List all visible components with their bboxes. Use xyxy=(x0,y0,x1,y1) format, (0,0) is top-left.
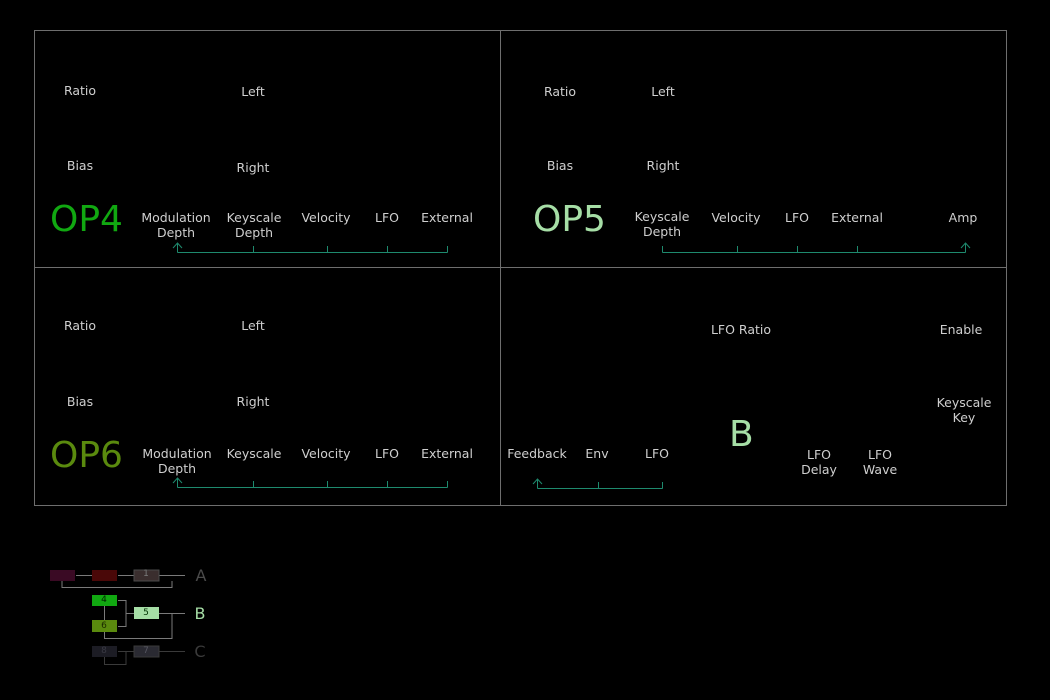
op4-lfo-label[interactable]: LFO xyxy=(375,210,399,225)
op4-mod-depth-label[interactable]: Modulation Depth xyxy=(141,210,210,240)
op5-amp-label[interactable]: Amp xyxy=(949,210,978,225)
op5-left-label[interactable]: Left xyxy=(651,84,675,99)
routing-lines xyxy=(50,242,971,665)
op4-right-label[interactable]: Right xyxy=(237,160,270,175)
algo-op5-label[interactable]: 5 xyxy=(143,607,149,619)
op6-lfo-label[interactable]: LFO xyxy=(375,446,399,461)
algo-op4-label[interactable]: 4 xyxy=(101,594,107,606)
algo-group-b-label[interactable]: B xyxy=(195,604,206,624)
op4-ratio-label[interactable]: Ratio xyxy=(64,83,96,98)
feedback-label[interactable]: Feedback xyxy=(507,446,567,461)
op3-block xyxy=(50,570,75,581)
op5-right-label[interactable]: Right xyxy=(647,158,680,173)
op6-ratio-label[interactable]: Ratio xyxy=(64,318,96,333)
algo-op6-label[interactable]: 6 xyxy=(101,620,107,632)
op5-title: OP5 xyxy=(533,199,606,240)
op4-velocity-label[interactable]: Velocity xyxy=(301,210,350,225)
env-label[interactable]: Env xyxy=(585,446,608,461)
op6-keyscale-label[interactable]: Keyscale xyxy=(227,446,282,461)
op6-external-label[interactable]: External xyxy=(421,446,473,461)
op4-external-label[interactable]: External xyxy=(421,210,473,225)
algo-group-a-label[interactable]: A xyxy=(196,566,207,586)
op5-velocity-label[interactable]: Velocity xyxy=(711,210,760,225)
algo-op7-label[interactable]: 7 xyxy=(143,645,149,657)
algo-group-c-label[interactable]: C xyxy=(194,642,205,662)
op6-left-label[interactable]: Left xyxy=(241,318,265,333)
op2-block xyxy=(92,570,117,581)
keyscale-key-label[interactable]: Keyscale Key xyxy=(937,395,992,425)
op4-left-label[interactable]: Left xyxy=(241,84,265,99)
algo-op8-label[interactable]: 8 xyxy=(101,645,107,657)
op5-bias-label[interactable]: Bias xyxy=(547,158,573,173)
op6-mod-bus xyxy=(172,477,448,488)
op4-keyscale-depth-label[interactable]: Keyscale Depth xyxy=(227,210,282,240)
lfo-delay-label[interactable]: LFO Delay xyxy=(801,447,837,477)
op6-velocity-label[interactable]: Velocity xyxy=(301,446,350,461)
op5-external-label[interactable]: External xyxy=(831,210,883,225)
op6-mod-depth-label[interactable]: Modulation Depth xyxy=(142,446,211,476)
enable-label[interactable]: Enable xyxy=(940,322,983,337)
op4-bias-label[interactable]: Bias xyxy=(67,158,93,173)
group-b-title: B xyxy=(729,414,754,455)
op5-ratio-label[interactable]: Ratio xyxy=(544,84,576,99)
op5-lfo-label[interactable]: LFO xyxy=(785,210,809,225)
op5-keyscale-depth-label[interactable]: Keyscale Depth xyxy=(635,209,690,239)
lfo-label[interactable]: LFO xyxy=(645,446,669,461)
feedback-mod-bus xyxy=(532,478,663,489)
algo-op1-label[interactable]: 1 xyxy=(143,568,149,580)
lfo-wave-label[interactable]: LFO Wave xyxy=(863,447,897,477)
op4-mod-bus xyxy=(172,242,448,253)
algorithm-diagram xyxy=(50,569,185,665)
op6-title: OP6 xyxy=(50,435,123,476)
op6-bias-label[interactable]: Bias xyxy=(67,394,93,409)
lfo-ratio-label[interactable]: LFO Ratio xyxy=(711,322,771,337)
op6-right-label[interactable]: Right xyxy=(237,394,270,409)
op5-mod-bus xyxy=(662,242,971,253)
op4-title: OP4 xyxy=(50,199,123,240)
